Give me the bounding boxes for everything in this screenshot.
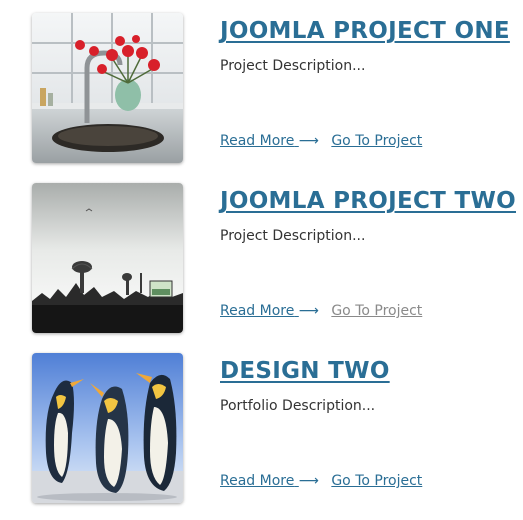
- project-links: Read More ⟶ Go To Project: [220, 133, 430, 149]
- read-more-label: Read More: [220, 473, 295, 489]
- portfolio-item: DESIGN TWO Portfolio Description... Read…: [0, 353, 523, 505]
- kitchen-sink-flowers-image: [32, 13, 183, 163]
- project-description: Project Description...: [220, 228, 366, 244]
- project-description: Project Description...: [220, 58, 366, 74]
- go-to-project-link[interactable]: Go To Project: [331, 133, 422, 149]
- arrow-right-icon: ⟶: [298, 303, 319, 319]
- arrow-right-icon: ⟶: [298, 473, 319, 489]
- project-links: Read More ⟶ Go To Project: [220, 473, 430, 489]
- go-to-project-link[interactable]: Go To Project: [331, 303, 422, 319]
- penguins-thumbnail[interactable]: [32, 353, 183, 503]
- read-more-label: Read More: [220, 303, 295, 319]
- read-more-label: Read More: [220, 133, 295, 149]
- kitchen-sink-thumbnail[interactable]: [32, 13, 183, 163]
- project-title[interactable]: JOOMLA PROJECT TWO: [220, 188, 516, 214]
- portfolio-item: JOOMLA PROJECT ONE Project Description..…: [0, 13, 523, 165]
- project-description: Portfolio Description...: [220, 398, 376, 414]
- read-more-link[interactable]: Read More ⟶: [220, 303, 319, 319]
- surreal-landscape-thumbnail[interactable]: [32, 183, 183, 333]
- go-to-project-link[interactable]: Go To Project: [331, 473, 422, 489]
- arrow-right-icon: ⟶: [298, 133, 319, 149]
- read-more-link[interactable]: Read More ⟶: [220, 133, 319, 149]
- read-more-link[interactable]: Read More ⟶: [220, 473, 319, 489]
- project-title[interactable]: JOOMLA PROJECT ONE: [220, 18, 510, 44]
- penguins-image: [32, 353, 183, 503]
- project-links: Read More ⟶ Go To Project: [220, 303, 430, 319]
- project-title[interactable]: DESIGN TWO: [220, 358, 390, 384]
- surreal-grey-landscape-image: [32, 183, 183, 333]
- portfolio-item: JOOMLA PROJECT TWO Project Description..…: [0, 183, 523, 335]
